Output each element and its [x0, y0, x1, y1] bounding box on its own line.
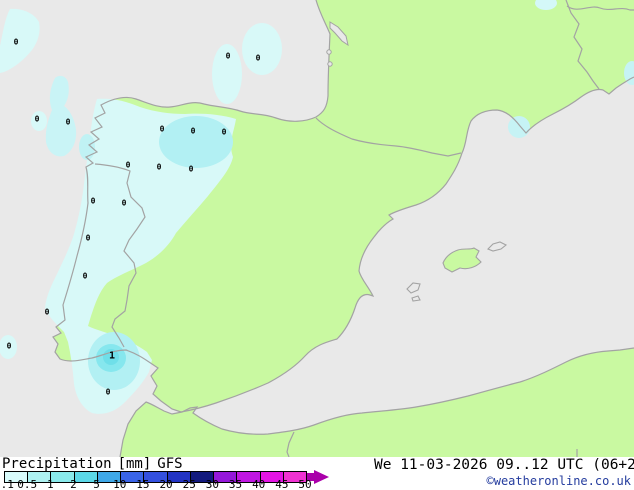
legend-tick-label: 15: [136, 478, 150, 490]
precip-blob-galicia-west-small: [31, 111, 47, 131]
legend-tick-labels: 0.10.5125101520253035404550: [0, 478, 340, 490]
legend-tick-label: 5: [93, 478, 100, 490]
legend-tick-label: 0.1: [0, 478, 14, 490]
legend-tick-label: 40: [252, 478, 266, 490]
legend-title-parameter: Precipitation: [2, 456, 112, 472]
legend-tick-label: 25: [182, 478, 196, 490]
precip-blob-gulf-of-lion: [508, 116, 530, 138]
legend-title: Precipitation [mm] GFS: [2, 457, 189, 471]
legend-tick-label: 50: [298, 478, 312, 490]
precip-inner-northwest: [159, 116, 233, 168]
legend-footer: Precipitation[mm]GFS 0.10.51251015202530…: [0, 457, 634, 490]
weather-map-screenshot: 0000000000000000001 Precipitation [mm] GFS…: [0, 0, 634, 490]
lake-landes-1: [326, 49, 332, 55]
legend-tick-label: 35: [228, 478, 243, 490]
forecast-datetime: We 11-03-2026 09..12 UTC (06+270: [374, 457, 634, 473]
map-canvas: [0, 0, 634, 457]
lake-landes-2: [327, 61, 333, 67]
precipitation-map: 0000000000000000001: [0, 0, 634, 457]
legend-title-unit: [mm]: [117, 456, 152, 472]
legend-tick-label: 0.5: [17, 478, 38, 490]
copyright-link[interactable]: ©weatheronline.co.uk: [487, 475, 632, 488]
legend-tick-label: 1: [46, 478, 54, 490]
precip-blob-biscay-b: [242, 23, 282, 75]
legend-tick-label: 10: [113, 478, 127, 490]
legend-tick-label: 30: [205, 478, 219, 490]
precip-blob-biscay-a: [212, 44, 242, 104]
legend-tick-label: 2: [70, 478, 77, 490]
legend-title-model: GFS: [157, 456, 183, 472]
legend-tick-label: 20: [159, 478, 173, 490]
legend-tick-label: 45: [275, 478, 289, 490]
